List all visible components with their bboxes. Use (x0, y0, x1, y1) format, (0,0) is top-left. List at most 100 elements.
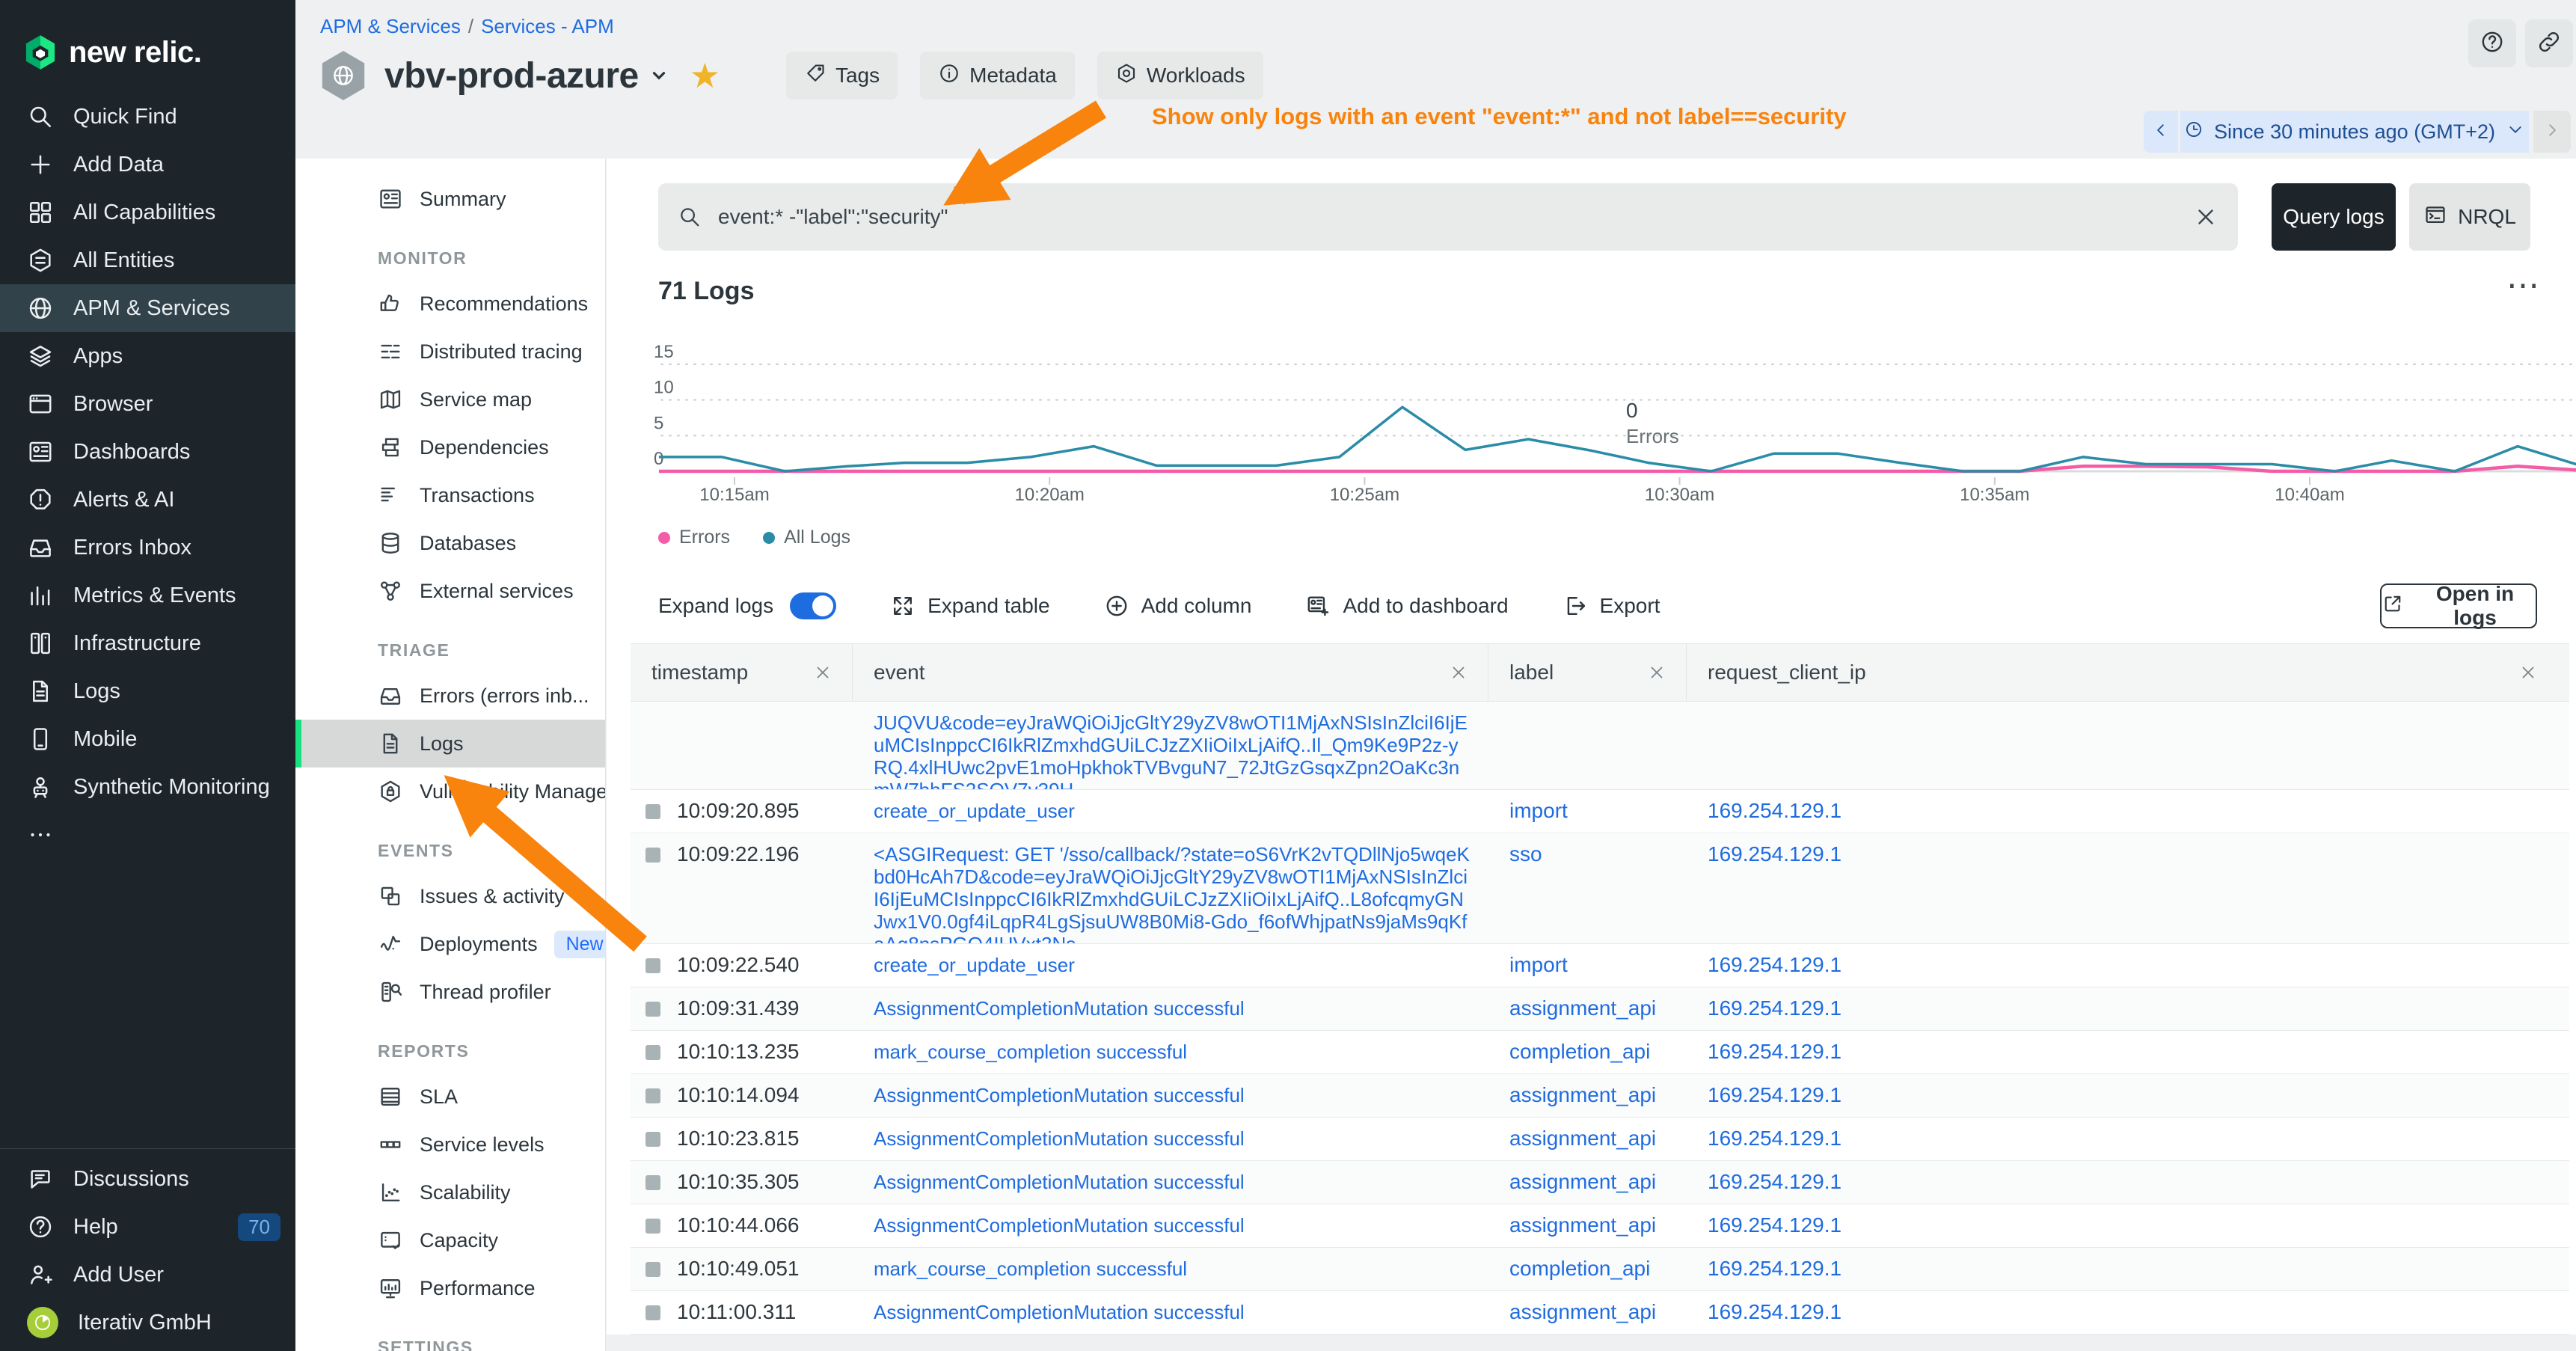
chart-more-menu[interactable]: ⋯ (2506, 269, 2541, 302)
row-expand-marker[interactable] (645, 1305, 660, 1320)
tags-button[interactable]: Tags (786, 52, 898, 99)
table-row[interactable]: JUQVU&code=eyJraWQiOiJjcGltY29yZV8wOTI1M… (631, 702, 2569, 790)
event-link[interactable]: <ASGIRequest: GET '/sso/callback/?state=… (874, 843, 1470, 943)
sidebar-item-apm-services[interactable]: APM & Services (0, 284, 295, 332)
label-link[interactable]: assignment_api (1509, 1170, 1656, 1193)
subnav-item-scalability[interactable]: Scalability (295, 1168, 605, 1216)
label-link[interactable]: assignment_api (1509, 1127, 1656, 1150)
column-header-event[interactable]: event (853, 644, 1488, 701)
sidebar-item-errors-inbox[interactable]: Errors Inbox (0, 524, 295, 572)
subnav-item-distributed-tracing[interactable]: Distributed tracing (295, 328, 605, 376)
sidebar-item-apps[interactable]: Apps (0, 332, 295, 380)
row-expand-marker[interactable] (645, 1219, 660, 1234)
sidebar-item-discussions[interactable]: Discussions (0, 1155, 295, 1203)
event-link[interactable]: mark_course_completion successful (874, 1257, 1187, 1280)
new-relic-logo[interactable]: new relic. (0, 0, 295, 82)
row-expand-marker[interactable] (645, 1002, 660, 1017)
subnav-item-deployments[interactable]: DeploymentsNew (295, 920, 605, 968)
sidebar-item-logs[interactable]: Logs (0, 667, 295, 715)
table-row[interactable]: 10:10:23.815AssignmentCompletionMutation… (631, 1118, 2569, 1161)
subnav-item-service-levels[interactable]: Service levels (295, 1121, 605, 1168)
event-link[interactable]: AssignmentCompletionMutation successful (874, 1171, 1245, 1193)
sidebar-item-add-data[interactable]: Add Data (0, 141, 295, 189)
subnav-item-databases[interactable]: Databases (295, 519, 605, 567)
add-column-button[interactable]: Add column (1104, 593, 1252, 619)
row-expand-marker[interactable] (645, 1262, 660, 1277)
ip-link[interactable]: 169.254.129.1 (1708, 996, 1841, 1020)
ip-link[interactable]: 169.254.129.1 (1708, 1300, 1841, 1323)
subnav-item-performance[interactable]: Performance (295, 1264, 605, 1312)
legend-all-logs[interactable]: All Logs (763, 527, 850, 548)
legend-errors[interactable]: Errors (658, 527, 730, 548)
row-expand-marker[interactable] (645, 1088, 660, 1103)
remove-column-icon[interactable] (1647, 663, 1666, 682)
label-link[interactable]: import (1509, 799, 1568, 822)
subnav-item-external-services[interactable]: External services (295, 567, 605, 615)
row-expand-marker[interactable] (645, 1175, 660, 1190)
breadcrumb-services-apm[interactable]: Services - APM (481, 15, 614, 37)
ip-link[interactable]: 169.254.129.1 (1708, 799, 1841, 822)
ip-link[interactable]: 169.254.129.1 (1708, 953, 1841, 976)
help-button[interactable] (2468, 19, 2516, 67)
ip-link[interactable]: 169.254.129.1 (1708, 1040, 1841, 1063)
sidebar-item-more[interactable] (0, 811, 295, 859)
event-link[interactable]: AssignmentCompletionMutation successful (874, 1127, 1245, 1150)
remove-column-icon[interactable] (813, 663, 832, 682)
event-link[interactable]: create_or_update_user (874, 800, 1075, 822)
entity-switcher-chevron-down-icon[interactable] (649, 66, 669, 85)
clear-query-icon[interactable] (2193, 204, 2218, 230)
favorite-star-icon[interactable]: ★ (690, 58, 720, 93)
table-row[interactable]: 10:10:49.051mark_course_completion succe… (631, 1248, 2569, 1291)
subnav-item-capacity[interactable]: Capacity (295, 1216, 605, 1264)
time-range-button[interactable]: Since 30 minutes ago (GMT+2) (2180, 111, 2529, 153)
label-link[interactable]: sso (1509, 842, 1542, 866)
query-logs-button[interactable]: Query logs (2272, 183, 2396, 251)
sidebar-item-browser[interactable]: Browser (0, 380, 295, 428)
logs-timeline-chart[interactable]: 15105010:15am10:20am10:25am10:30am10:35a… (643, 340, 2576, 527)
label-link[interactable]: assignment_api (1509, 1083, 1656, 1106)
table-row[interactable]: 10:10:14.094AssignmentCompletionMutation… (631, 1074, 2569, 1118)
row-expand-marker[interactable] (645, 804, 660, 819)
row-expand-marker[interactable] (645, 958, 660, 973)
ip-link[interactable]: 169.254.129.1 (1708, 842, 1841, 866)
export-button[interactable]: Export (1563, 593, 1660, 619)
sidebar-item-mobile[interactable]: Mobile (0, 715, 295, 763)
open-in-logs-button[interactable]: Open in logs (2380, 583, 2537, 628)
sidebar-item-all-entities[interactable]: All Entities (0, 236, 295, 284)
subnav-item-service-map[interactable]: Service map (295, 376, 605, 423)
event-link[interactable]: AssignmentCompletionMutation successful (874, 1301, 1245, 1323)
sidebar-item-all-capabilities[interactable]: All Capabilities (0, 189, 295, 236)
workloads-button[interactable]: Workloads (1097, 52, 1263, 99)
event-link[interactable]: AssignmentCompletionMutation successful (874, 1214, 1245, 1237)
subnav-item-transactions[interactable]: Transactions (295, 471, 605, 519)
sidebar-item-metrics-events[interactable]: Metrics & Events (0, 572, 295, 619)
event-link[interactable]: mark_course_completion successful (874, 1041, 1187, 1063)
row-expand-marker[interactable] (645, 1132, 660, 1147)
sidebar-item-add-user[interactable]: Add User (0, 1251, 295, 1299)
expand-table-button[interactable]: Expand table (890, 593, 1049, 619)
label-link[interactable]: assignment_api (1509, 1300, 1656, 1323)
column-header-timestamp[interactable]: timestamp (631, 644, 853, 701)
table-row[interactable]: 10:09:22.540create_or_update_userimport1… (631, 944, 2569, 987)
column-header-label[interactable]: label (1488, 644, 1687, 701)
ip-link[interactable]: 169.254.129.1 (1708, 1083, 1841, 1106)
subnav-item-summary[interactable]: Summary (295, 175, 605, 223)
sidebar-item-alerts-ai[interactable]: Alerts & AI (0, 476, 295, 524)
row-expand-marker[interactable] (645, 848, 660, 863)
table-row[interactable]: 10:10:35.305AssignmentCompletionMutation… (631, 1161, 2569, 1204)
metadata-button[interactable]: Metadata (920, 52, 1075, 99)
column-header-request_client_ip[interactable]: request_client_ip (1687, 644, 2569, 701)
sidebar-item-quick-find[interactable]: Quick Find (0, 93, 295, 141)
sidebar-item-help[interactable]: Help70 (0, 1203, 295, 1251)
sidebar-item-dashboards[interactable]: Dashboards (0, 428, 295, 476)
breadcrumb-apm-services[interactable]: APM & Services (320, 15, 461, 37)
label-link[interactable]: completion_api (1509, 1257, 1650, 1280)
table-row[interactable]: 10:11:00.311AssignmentCompletionMutation… (631, 1291, 2569, 1335)
time-back-button[interactable] (2144, 111, 2178, 153)
label-link[interactable]: assignment_api (1509, 996, 1656, 1020)
label-link[interactable]: import (1509, 953, 1568, 976)
ip-link[interactable]: 169.254.129.1 (1708, 1127, 1841, 1150)
table-row[interactable]: 10:09:22.196<ASGIRequest: GET '/sso/call… (631, 833, 2569, 944)
label-link[interactable]: completion_api (1509, 1040, 1650, 1063)
event-link[interactable]: AssignmentCompletionMutation successful (874, 1084, 1245, 1106)
